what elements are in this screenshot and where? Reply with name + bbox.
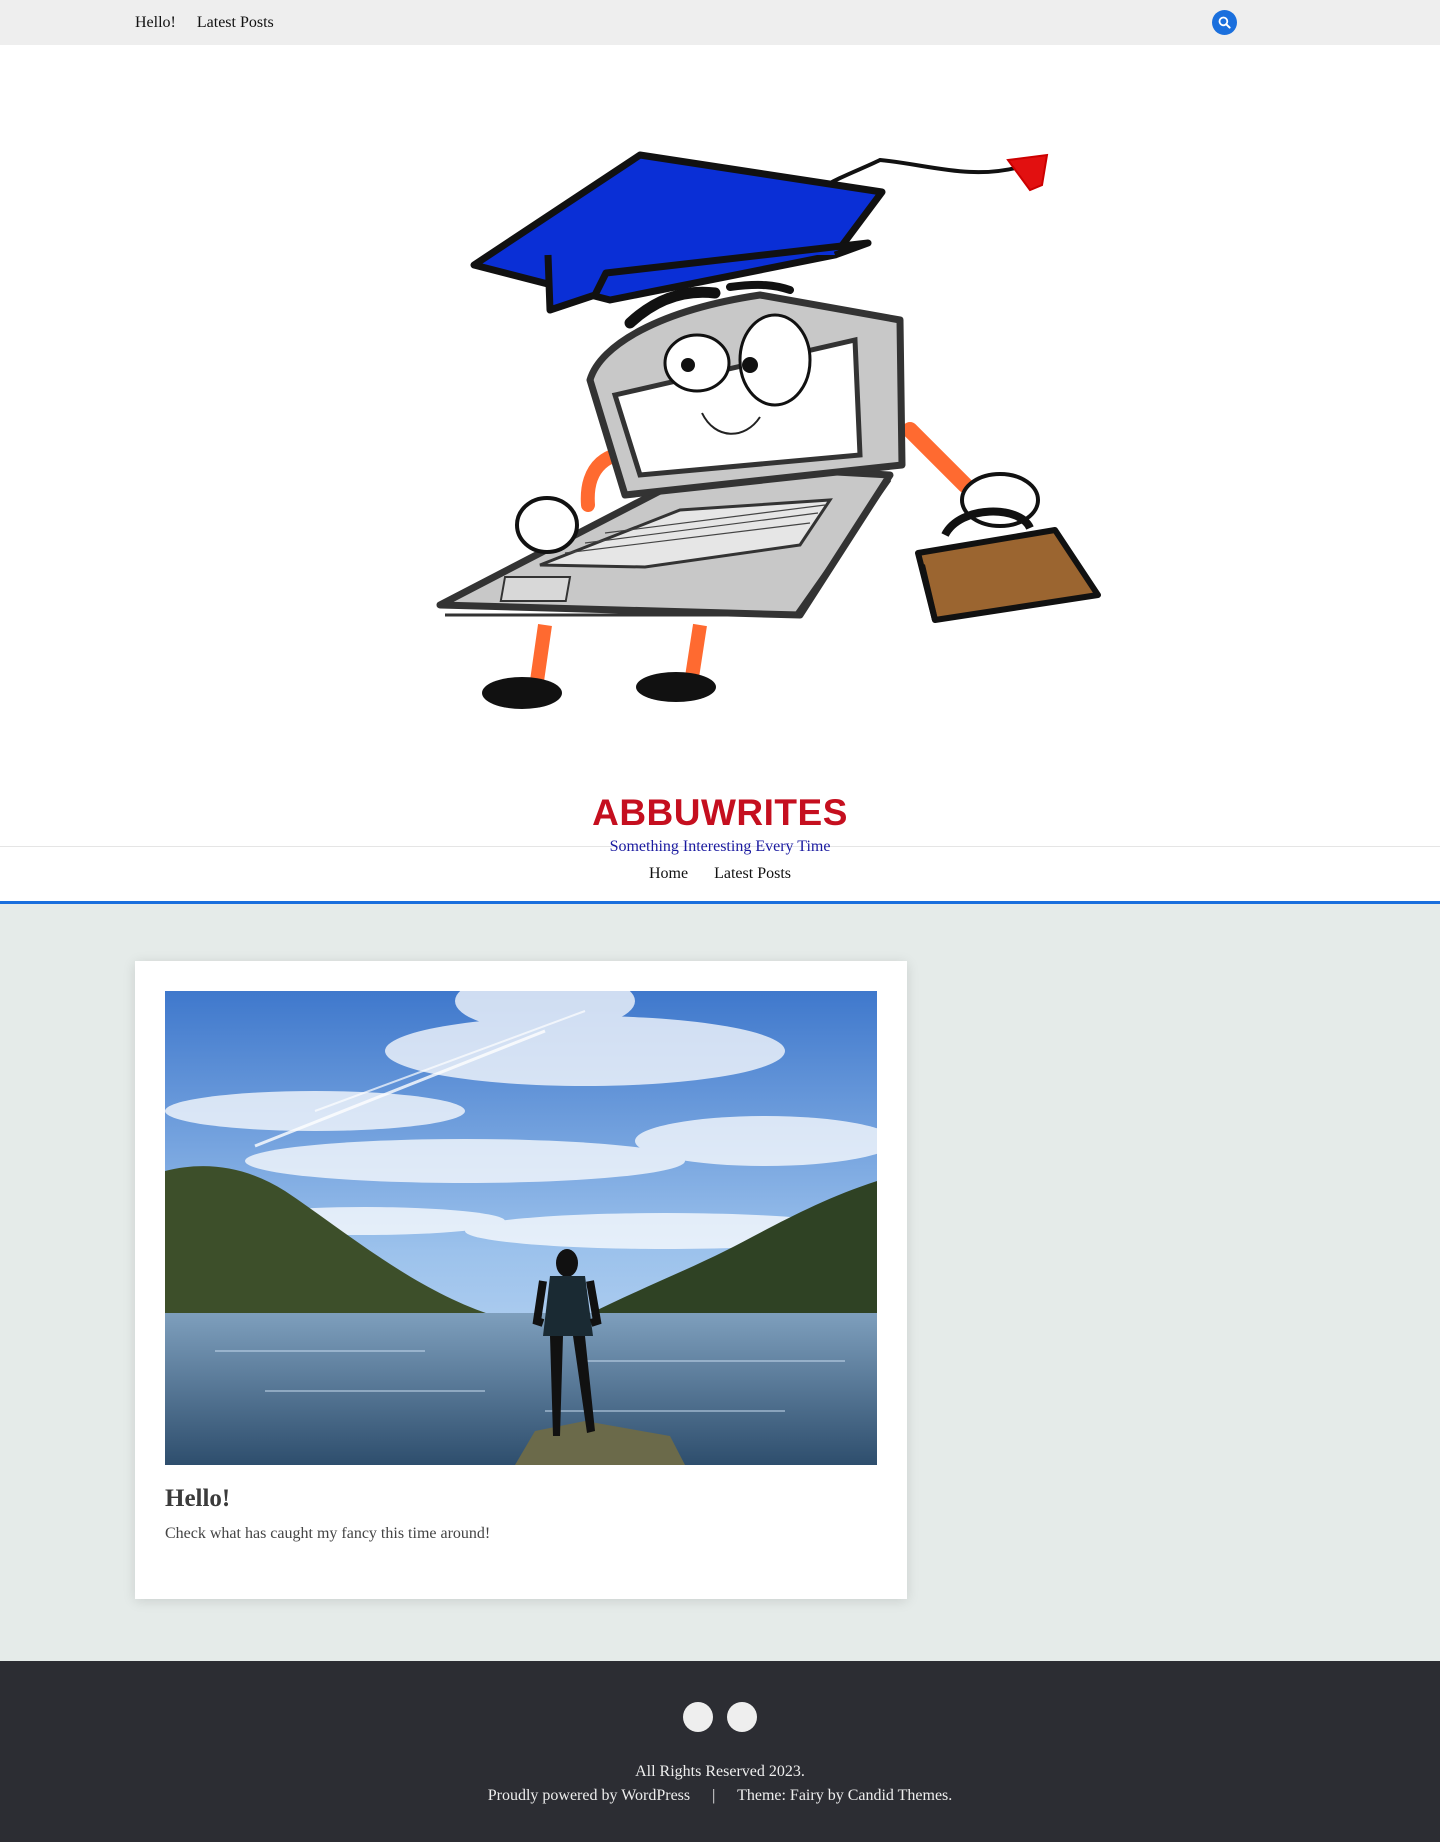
post-title[interactable]: Hello! — [165, 1485, 230, 1513]
wordpress-link[interactable]: WordPress — [621, 1787, 690, 1804]
search-icon — [1218, 16, 1231, 29]
copyright-text: All Rights Reserved 2023. — [635, 1763, 805, 1780]
top-bar: Hello! Latest Posts — [0, 0, 1440, 45]
main-nav-latest-posts[interactable]: Latest Posts — [714, 865, 791, 883]
social-icon[interactable] — [727, 1702, 757, 1732]
post-thumbnail[interactable] — [165, 991, 877, 1465]
search-button[interactable] — [1212, 10, 1237, 35]
site-footer: All Rights Reserved 2023. Proudly powere… — [0, 1661, 1440, 1842]
post-excerpt: Check what has caught my fancy this time… — [165, 1525, 491, 1542]
social-icon[interactable] — [683, 1702, 713, 1732]
site-tagline: Something Interesting Every Time — [609, 838, 831, 855]
top-nav: Hello! Latest Posts — [135, 0, 295, 45]
candid-themes-link[interactable]: Candid Themes. — [848, 1787, 953, 1804]
site-header: ABBUWRITES Something Interesting Every T… — [0, 45, 1440, 855]
main-nav-home[interactable]: Home — [649, 865, 688, 883]
content-area: Hello! Check what has caught my fancy th… — [0, 904, 1440, 1661]
social-links — [0, 1702, 1440, 1732]
credits-separator: | — [712, 1787, 716, 1804]
top-nav-latest-posts[interactable]: Latest Posts — [197, 14, 274, 32]
post-card: Hello! Check what has caught my fancy th… — [135, 961, 907, 1599]
site-title[interactable]: ABBUWRITES — [0, 792, 1440, 834]
powered-by-label: Proudly powered by — [487, 1787, 618, 1804]
site-logo[interactable] — [430, 95, 1110, 735]
footer-credits: Proudly powered by WordPress | Theme: Fa… — [0, 1787, 1440, 1805]
theme-label: Theme: Fairy by — [737, 1787, 844, 1804]
top-nav-hello[interactable]: Hello! — [135, 14, 176, 32]
